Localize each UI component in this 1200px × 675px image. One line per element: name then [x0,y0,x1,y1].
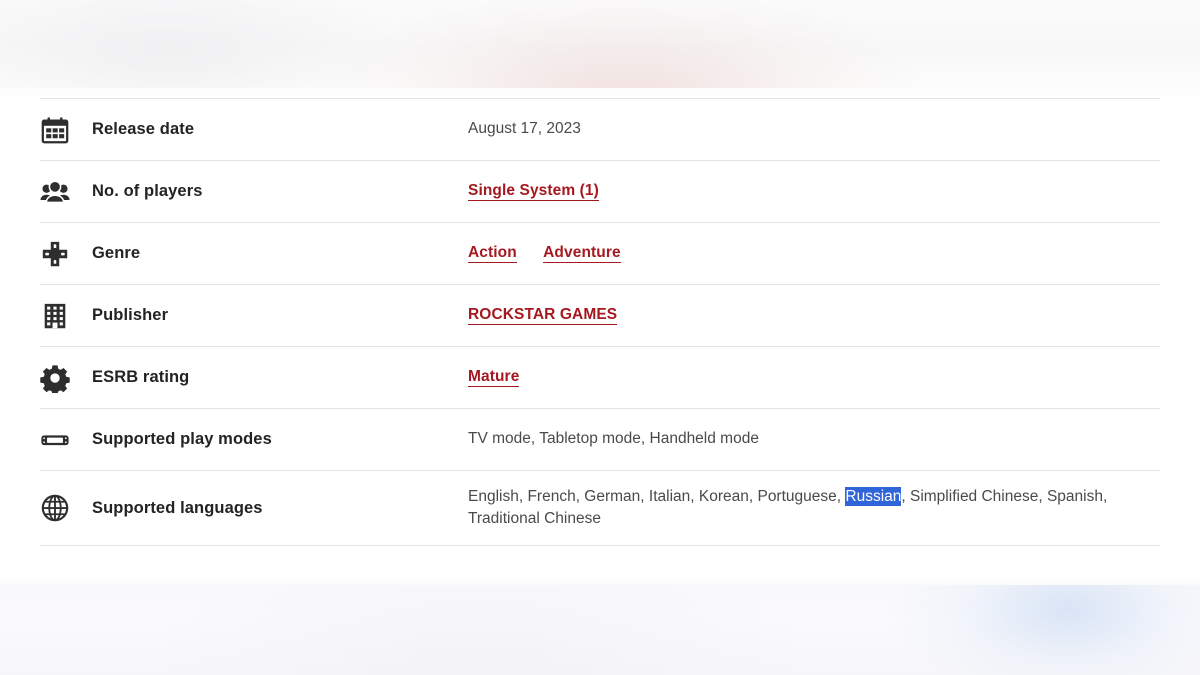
publisher-links: ROCKSTAR GAMES [468,304,1150,326]
gear-icon [40,363,70,393]
row-label: Publisher [92,285,468,346]
row-value: Single System (1) [468,161,1160,222]
esrb-links: Mature [468,366,1150,388]
release-date-value: August 17, 2023 [468,118,1150,140]
languages-before-selection: English, French, German, Italian, Korean… [468,488,845,505]
row-value: TV mode, Tabletop mode, Handheld mode [468,409,1160,470]
calendar-icon [40,115,70,145]
link-esrb-mature[interactable]: Mature [468,368,519,387]
table-row: Supported play modes TV mode, Tabletop m… [40,408,1160,470]
row-value: ROCKSTAR GAMES [468,285,1160,346]
table-row: Release date August 17, 2023 [40,98,1160,160]
top-gradient-edge [0,88,1200,98]
row-value: August 17, 2023 [468,99,1160,160]
bottom-decorative-gradient [0,585,1200,675]
table-row: Genre Action Adventure [40,222,1160,284]
link-genre-adventure[interactable]: Adventure [543,244,621,263]
languages-selected-text[interactable]: Russian [845,487,901,506]
table-row: ESRB rating Mature [40,346,1160,408]
row-label: No. of players [92,161,468,222]
row-label: ESRB rating [92,347,468,408]
row-label: Release date [92,99,468,160]
row-icon-cell [40,409,92,470]
link-single-system[interactable]: Single System (1) [468,182,599,201]
top-decorative-gradient [0,0,1200,88]
building-icon [40,301,70,331]
table-row: Publisher ROCKSTAR GAMES [40,284,1160,346]
bottom-gradient-edge [0,577,1200,585]
players-links: Single System (1) [468,180,1150,202]
row-label: Supported play modes [92,409,468,470]
play-modes-value: TV mode, Tabletop mode, Handheld mode [468,428,1150,450]
row-icon-cell [40,99,92,160]
row-icon-cell [40,161,92,222]
row-icon-cell [40,223,92,284]
row-value: Mature [468,347,1160,408]
dpad-icon [40,239,70,269]
game-spec-table: Release date August 17, 2023 [40,98,1160,546]
table-row: Supported languages English, French, Ger… [40,470,1160,546]
row-label: Supported languages [92,471,468,545]
globe-icon [40,493,70,523]
switch-console-icon [40,425,70,455]
game-details-page: Release date August 17, 2023 [0,0,1200,675]
languages-value: English, French, German, Italian, Korean… [468,486,1150,531]
players-group-icon [40,177,70,207]
row-icon-cell [40,285,92,346]
row-value: Action Adventure [468,223,1160,284]
row-icon-cell [40,471,92,545]
row-icon-cell [40,347,92,408]
row-value: English, French, German, Italian, Korean… [468,471,1160,545]
link-publisher-rockstar-games[interactable]: ROCKSTAR GAMES [468,306,617,325]
genre-links: Action Adventure [468,242,1150,264]
link-genre-action[interactable]: Action [468,244,517,263]
row-label: Genre [92,223,468,284]
table-row: No. of players Single System (1) [40,160,1160,222]
